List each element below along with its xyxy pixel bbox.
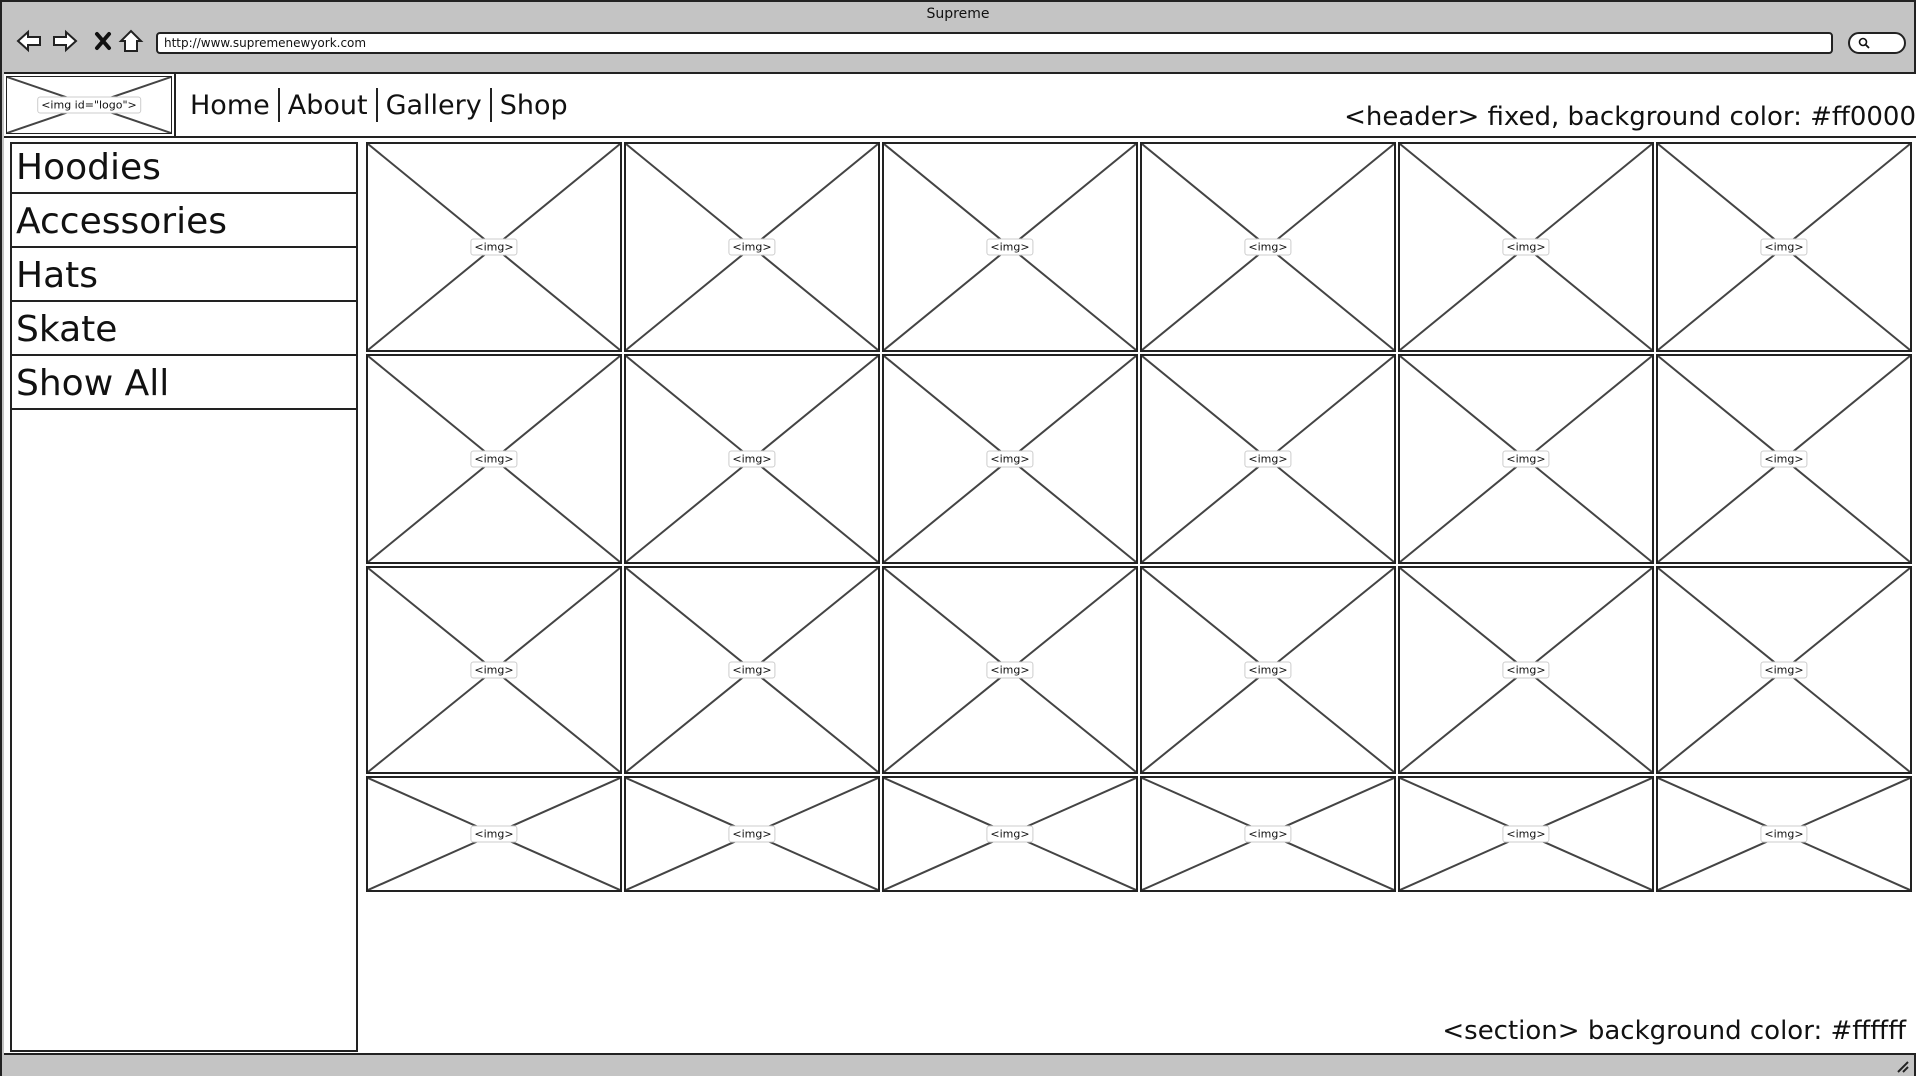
image-label: <img> [1244, 238, 1292, 256]
image-label: <img> [1760, 661, 1808, 679]
home-icon[interactable] [116, 28, 146, 54]
image-label: <img> [470, 450, 518, 468]
gallery-image-placeholder[interactable]: <img> [882, 566, 1138, 774]
nav-separator [277, 88, 280, 122]
logo-label: <img id="logo"> [37, 96, 141, 114]
image-label: <img> [728, 661, 776, 679]
sidebar-item-hats[interactable]: Hats [12, 252, 356, 302]
gallery-image-placeholder[interactable]: <img> [1140, 566, 1396, 774]
nav-link-home[interactable]: Home [190, 90, 270, 121]
image-label: <img> [986, 661, 1034, 679]
gallery-image-placeholder[interactable]: <img> [1140, 354, 1396, 564]
gallery-image-placeholder[interactable]: <img> [624, 354, 880, 564]
gallery-image-placeholder[interactable]: <img> [1398, 776, 1654, 892]
section-annotation: <section> background color: #ffffff [1442, 1016, 1906, 1046]
image-label: <img> [470, 825, 518, 843]
gallery-image-placeholder[interactable]: <img> [624, 566, 880, 774]
image-label: <img> [1244, 825, 1292, 843]
nav-separator [375, 88, 378, 122]
sidebar-item-hoodies[interactable]: Hoodies [12, 144, 356, 194]
gallery-image-placeholder[interactable]: <img> [882, 776, 1138, 892]
gallery-image-placeholder[interactable]: <img> [366, 566, 622, 774]
gallery-image-placeholder[interactable]: <img> [1656, 142, 1912, 352]
gallery-image-placeholder[interactable]: <img> [1656, 566, 1912, 774]
gallery-image-placeholder[interactable]: <img> [1398, 142, 1654, 352]
sidebar-item-skate[interactable]: Skate [12, 306, 356, 356]
image-label: <img> [986, 825, 1034, 843]
close-icon[interactable] [88, 28, 118, 54]
sidebar-item-show-all[interactable]: Show All [12, 360, 356, 410]
image-label: <img> [1760, 450, 1808, 468]
sidebar-item-accessories[interactable]: Accessories [12, 198, 356, 248]
image-label: <img> [728, 825, 776, 843]
category-sidebar: Hoodies Accessories Hats Skate Show All [10, 142, 358, 1052]
forward-arrow-icon[interactable] [50, 28, 80, 54]
image-label: <img> [1760, 238, 1808, 256]
gallery-image-placeholder[interactable]: <img> [1140, 776, 1396, 892]
resize-grip-icon[interactable] [1894, 1058, 1910, 1074]
url-input[interactable]: http://www.supremenewyork.com [156, 32, 1833, 54]
gallery-image-placeholder[interactable]: <img> [366, 776, 622, 892]
header-bottom-border [4, 136, 1916, 138]
gallery-image-placeholder[interactable]: <img> [366, 142, 622, 352]
header-divider [174, 74, 176, 136]
nav-link-about[interactable]: About [288, 90, 368, 121]
gallery-section: <img> <img> <img> <img> <img> <img> <img> <img>… [366, 142, 1912, 1052]
image-label: <img> [1502, 238, 1550, 256]
gallery-image-placeholder[interactable]: <img> [366, 354, 622, 564]
gallery-image-placeholder[interactable]: <img> [624, 142, 880, 352]
nav-link-shop[interactable]: Shop [500, 90, 568, 121]
header-annotation: <header> fixed, background color: #ff000… [1344, 102, 1916, 132]
gallery-image-placeholder[interactable]: <img> [882, 142, 1138, 352]
image-label: <img> [1244, 450, 1292, 468]
gallery-image-placeholder[interactable]: <img> [1398, 566, 1654, 774]
nav-separator [489, 88, 492, 122]
logo-placeholder[interactable]: <img id="logo"> [6, 76, 172, 134]
gallery-image-placeholder[interactable]: <img> [882, 354, 1138, 564]
gallery-image-placeholder[interactable]: <img> [1140, 142, 1396, 352]
image-label: <img> [1502, 661, 1550, 679]
image-label: <img> [1244, 661, 1292, 679]
image-label: <img> [1502, 825, 1550, 843]
search-icon [1858, 37, 1870, 49]
gallery-image-placeholder[interactable]: <img> [1398, 354, 1654, 564]
image-label: <img> [728, 450, 776, 468]
gallery-image-placeholder[interactable]: <img> [1656, 776, 1912, 892]
gallery-image-placeholder[interactable]: <img> [624, 776, 880, 892]
image-label: <img> [470, 661, 518, 679]
web-page: <img id="logo"> Home About Gallery Shop … [4, 72, 1916, 1055]
window-title: Supreme [926, 6, 990, 22]
nav-link-gallery[interactable]: Gallery [386, 90, 482, 121]
image-label: <img> [1760, 825, 1808, 843]
gallery-image-placeholder[interactable]: <img> [1656, 354, 1912, 564]
back-arrow-icon[interactable] [14, 28, 44, 54]
status-bar [2, 1055, 1914, 1076]
browser-window: Supreme http://www.supremenewyork.com <i… [0, 0, 1916, 1076]
image-label: <img> [728, 238, 776, 256]
image-label: <img> [986, 450, 1034, 468]
image-label: <img> [986, 238, 1034, 256]
image-label: <img> [470, 238, 518, 256]
browser-search-button[interactable] [1848, 32, 1906, 54]
image-label: <img> [1502, 450, 1550, 468]
top-navigation: Home About Gallery Shop [190, 88, 568, 122]
